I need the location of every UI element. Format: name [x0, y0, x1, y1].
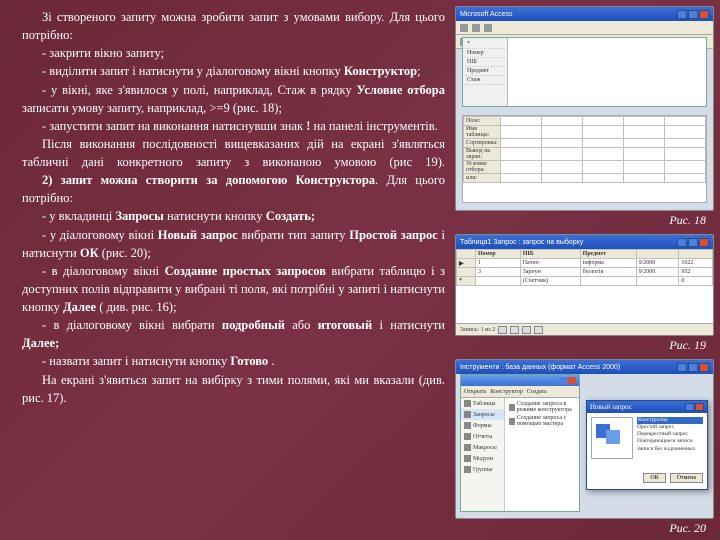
figure-20: Інструменти : база данных (формат Access…: [455, 359, 714, 538]
group-icon: [464, 466, 471, 473]
table-icon: [464, 400, 471, 407]
instruction-text: Зі створеного запиту можна зробити запит…: [0, 0, 455, 540]
min-icon[interactable]: [677, 238, 687, 247]
figure-19: Таблица1 Запрос : запрос на выборку Номе…: [455, 234, 714, 355]
wizard-icon: [509, 418, 515, 425]
nav-groups: Группы: [461, 464, 504, 475]
bullet-5: - у вкладинці Запросы натиснути кнопку С…: [22, 207, 445, 225]
screenshot-19: Таблица1 Запрос : запрос на выборку Номе…: [455, 234, 714, 336]
dialog-titlebar: Новый запрос: [587, 401, 707, 413]
max-icon[interactable]: [688, 363, 698, 372]
design-grid[interactable]: Поле: Имя таблицы: Сортировка: Вывод на …: [462, 115, 707, 203]
caption-19: Рис. 19: [455, 336, 714, 355]
module-icon: [464, 455, 471, 462]
db-title: Інструменти : база данных (формат Access…: [460, 364, 620, 371]
para-intro: Зі створеного запиту можна зробити запит…: [22, 8, 445, 44]
nav-prev-icon: [510, 326, 519, 334]
objects-nav[interactable]: Таблицы Запросы Формы Отчеты Макросы Мод…: [461, 398, 505, 511]
query-child-window: *НомерПІБПредметСтаж: [462, 37, 707, 107]
preview-icon: [591, 417, 633, 459]
field-list[interactable]: *НомерПІБПредметСтаж: [463, 38, 508, 106]
menubar: [456, 21, 713, 35]
bullet-8: - в діалоговому вікні вибрати подробный …: [22, 316, 445, 352]
nav-reports: Отчеты: [461, 431, 504, 442]
nav-modules: Модули: [461, 453, 504, 464]
query-icon: [464, 411, 471, 418]
para-method2: 2) запит можна створити за допомогою Кон…: [22, 171, 445, 207]
screenshot-20: Інструменти : база данных (формат Access…: [455, 359, 714, 519]
close-icon[interactable]: [695, 403, 704, 411]
screenshot-18: Microsoft Access *НомерПІБПредметСтаж По…: [455, 6, 714, 211]
form-icon: [464, 422, 471, 429]
figures-column: Microsoft Access *НомерПІБПредметСтаж По…: [455, 0, 720, 540]
help-icon[interactable]: [685, 403, 694, 411]
bullet-4: - запустити запит на виконання натиснувш…: [22, 117, 445, 135]
min-icon[interactable]: [677, 363, 687, 372]
bullet-9: - назвати запит і натиснути кнопку Готов…: [22, 352, 445, 370]
app-title: Microsoft Access: [460, 11, 513, 18]
nav-forms: Формы: [461, 420, 504, 431]
nav-first-icon: [498, 326, 507, 334]
window-title: Таблица1 Запрос : запрос на выборку: [460, 239, 583, 246]
query-type-list[interactable]: Конструктор Простой запрос Перекрестный …: [637, 417, 703, 467]
titlebar: Microsoft Access: [456, 7, 713, 21]
bullet-2: - виділити запит і натиснути у діалогово…: [22, 62, 445, 80]
max-icon[interactable]: [688, 10, 698, 19]
wizard-icon: [509, 404, 515, 411]
caption-18: Рис. 18: [455, 211, 714, 230]
para-result1: Після виконання послідовності вищевказан…: [22, 135, 445, 171]
nav-next-icon: [522, 326, 531, 334]
nav-queries: Запросы: [461, 409, 504, 420]
ok-button[interactable]: ОК: [643, 473, 665, 483]
result-grid[interactable]: НомерПІБПредмет ▶1Пачноінформа9/20001022…: [456, 249, 713, 323]
titlebar: Інструменти : база данных (формат Access…: [456, 360, 713, 374]
macro-icon: [464, 444, 471, 451]
cancel-button[interactable]: Отмена: [670, 473, 703, 483]
bullet-7: - в діалоговому вікні Создание простых з…: [22, 262, 445, 316]
titlebar: Таблица1 Запрос : запрос на выборку: [456, 235, 713, 249]
toolbar[interactable]: ОткрытьКонструкторСоздать: [461, 386, 579, 398]
new-query-dialog: Новый запрос Конструктор Простой запрос …: [586, 400, 708, 490]
bullet-3: - у вікні, яке з'явилося у полі, наприкл…: [22, 81, 445, 117]
close-icon[interactable]: [699, 363, 709, 372]
report-icon: [464, 433, 471, 440]
database-window: ОткрытьКонструкторСоздать Таблицы Запрос…: [460, 374, 580, 512]
nav-last-icon: [534, 326, 543, 334]
nav-macros: Макросы: [461, 442, 504, 453]
object-list[interactable]: Создание запроса в режиме конструктора С…: [505, 398, 579, 511]
bullet-6: - у діалоговому вікні Новый запрос вибра…: [22, 226, 445, 262]
record-nav[interactable]: Запись: 1 из 2: [456, 323, 713, 335]
caption-20: Рис. 20: [455, 519, 714, 538]
max-icon[interactable]: [688, 238, 698, 247]
para-result2: На екрані з'явиться запит на вибірку з т…: [22, 371, 445, 407]
figure-18: Microsoft Access *НомерПІБПредметСтаж По…: [455, 6, 714, 230]
close-icon[interactable]: [699, 10, 709, 19]
nav-tables: Таблицы: [461, 398, 504, 409]
bullet-1: - закрити вікно запиту;: [22, 44, 445, 62]
min-icon[interactable]: [677, 10, 687, 19]
close-icon[interactable]: [699, 238, 709, 247]
